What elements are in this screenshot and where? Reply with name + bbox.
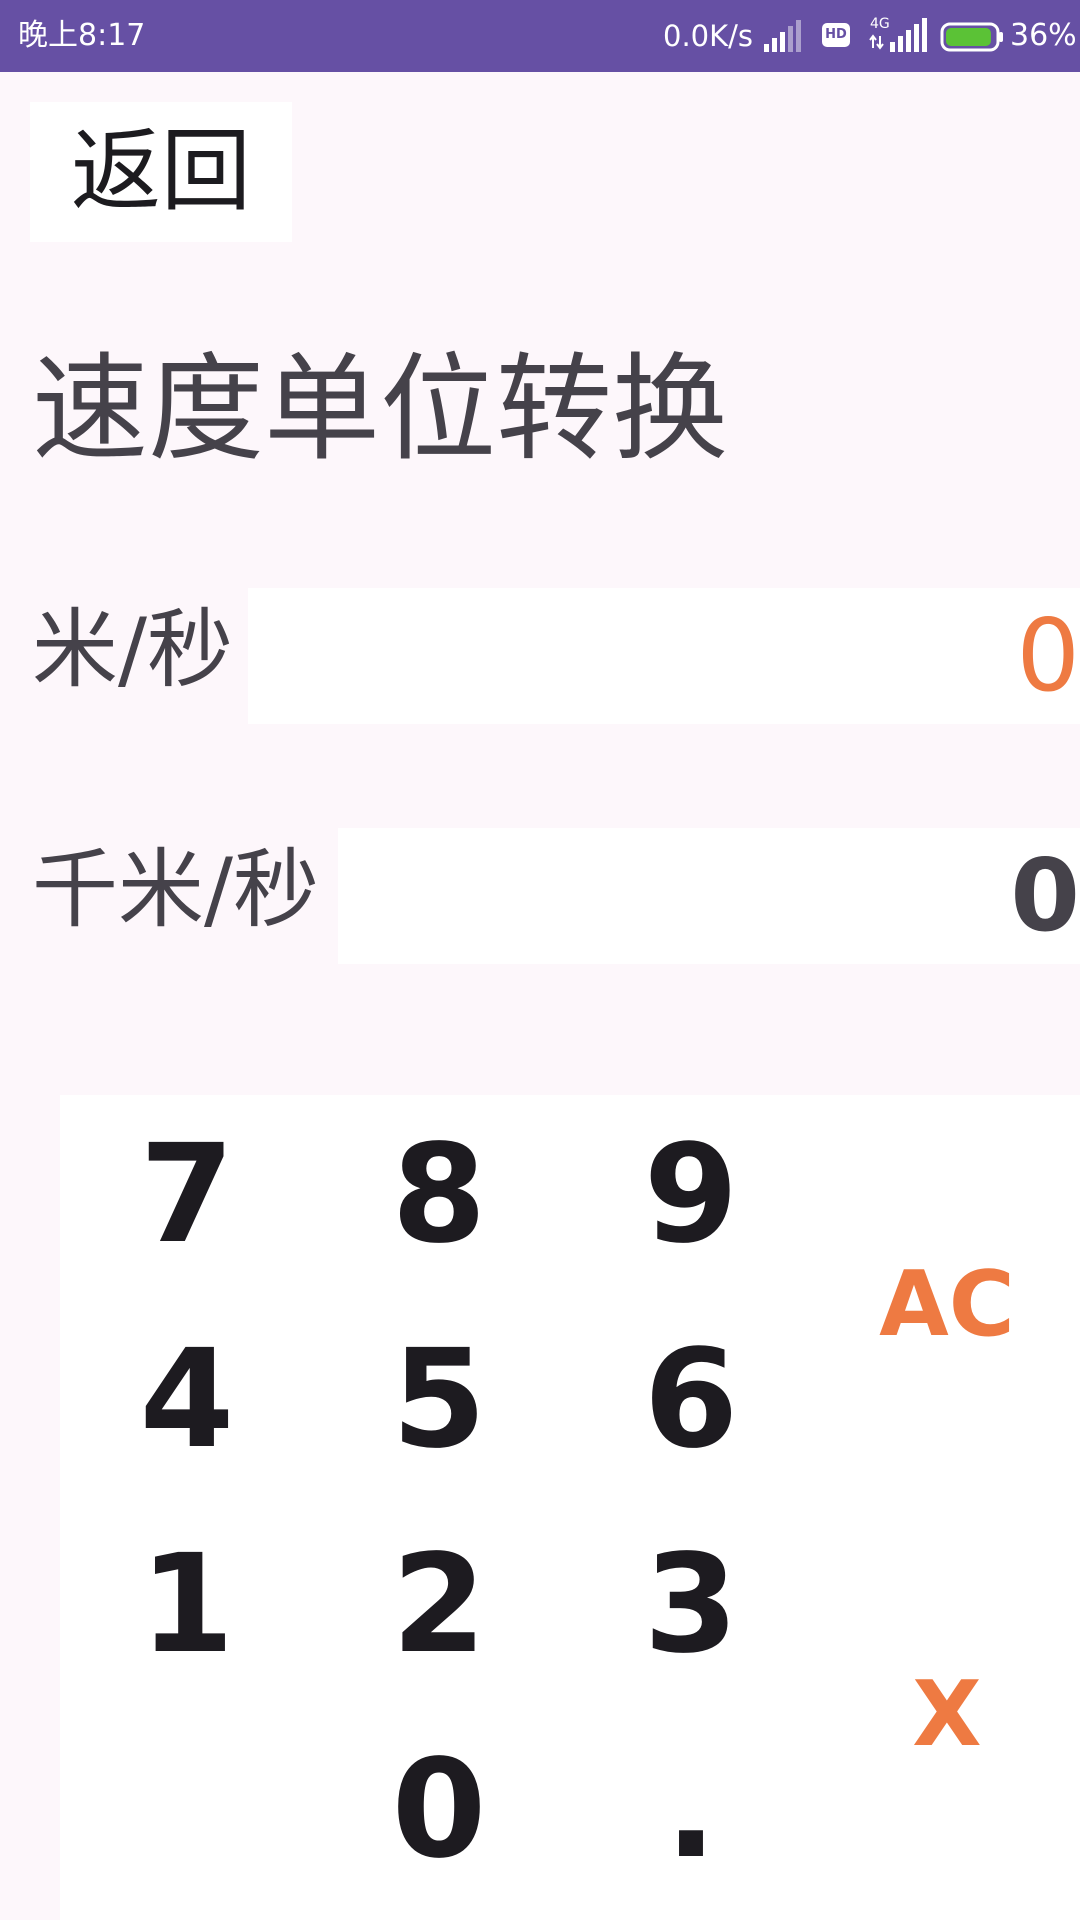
key-3[interactable]: 3 — [591, 1505, 791, 1705]
key-4[interactable]: 4 — [87, 1300, 287, 1500]
mps-value-field[interactable]: 0 — [248, 588, 1080, 724]
back-button[interactable]: 返回 — [30, 102, 292, 242]
status-bar: 晚上8:17 0.0K/s HD 4G 36% — [0, 0, 1080, 72]
delete-button[interactable]: X — [847, 1615, 1047, 1815]
status-time: 晚上8:17 — [18, 18, 146, 53]
battery-icon — [940, 22, 1003, 52]
clear-button[interactable]: AC — [847, 1205, 1047, 1405]
keypad: 7 8 9 4 5 6 1 2 3 0 . AC X — [60, 1095, 1080, 1920]
key-decimal[interactable]: . — [591, 1710, 791, 1910]
key-6[interactable]: 6 — [591, 1300, 791, 1500]
key-0[interactable]: 0 — [339, 1710, 539, 1910]
cellular-signal-icon — [869, 18, 927, 52]
hd-icon: HD — [822, 23, 850, 47]
key-5[interactable]: 5 — [339, 1300, 539, 1500]
unit-label-mps: 米/秒 — [32, 600, 233, 700]
key-2[interactable]: 2 — [339, 1505, 539, 1705]
key-7[interactable]: 7 — [87, 1095, 287, 1295]
unit-label-kmps: 千米/秒 — [32, 840, 319, 940]
key-8[interactable]: 8 — [339, 1095, 539, 1295]
kmps-value-field[interactable]: 0 — [338, 828, 1080, 964]
key-1[interactable]: 1 — [87, 1505, 287, 1705]
battery-percent: 36% — [1010, 18, 1077, 53]
signal-icon — [764, 20, 801, 52]
page-title: 速度单位转换 — [32, 342, 728, 477]
key-9[interactable]: 9 — [591, 1095, 791, 1295]
network-speed: 0.0K/s — [663, 19, 754, 53]
